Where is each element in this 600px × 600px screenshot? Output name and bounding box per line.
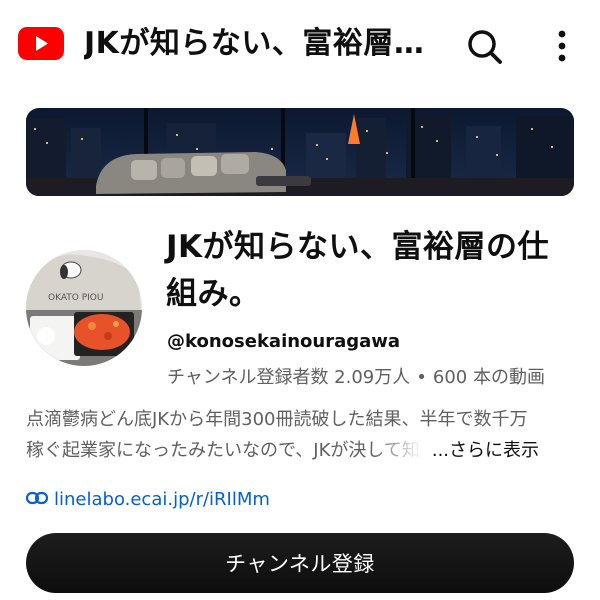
channel-name: JKが知らない、富裕層の仕組み。 bbox=[166, 229, 550, 312]
description-fade bbox=[371, 438, 432, 464]
channel-page: JKが知らない、富裕層… OKATO PIOU JKが知らない、富裕層の仕組み。… bbox=[0, 0, 600, 600]
channel-banner bbox=[26, 108, 574, 196]
more-vert-icon[interactable] bbox=[545, 26, 579, 66]
subscriber-count: チャンネル登録者数 2.09万人 bbox=[167, 367, 411, 388]
app-title: JKが知らない、富裕層… bbox=[84, 26, 425, 61]
search-icon[interactable] bbox=[462, 24, 506, 68]
subscribe-button[interactable]: チャンネル登録 bbox=[26, 533, 574, 593]
video-count: 600 本の動画 bbox=[432, 367, 545, 388]
youtube-logo-icon[interactable] bbox=[18, 27, 64, 60]
link-text[interactable]: linelabo.ecai.jp/r/iRIlMm bbox=[54, 489, 270, 510]
description-line-1: 点滴鬱病どん底JKから年間300冊読破した結果、半年で数千万 bbox=[26, 409, 528, 430]
avatar-print: OKATO PIOU bbox=[48, 293, 103, 303]
channel-description[interactable]: 点滴鬱病どん底JKから年間300冊読破した結果、半年で数千万 稼ぐ起業家になった… bbox=[26, 404, 586, 466]
channel-handle: @konosekainouragawa bbox=[167, 331, 401, 352]
description-line-2: 稼ぐ起業家になったみたいなので、JKが決して知 bbox=[26, 440, 420, 461]
channel-avatar[interactable]: OKATO PIOU bbox=[26, 250, 142, 366]
show-more-link[interactable]: ...さらに表示 bbox=[432, 440, 539, 461]
top-app-bar: JKが知らない、富裕層… bbox=[0, 0, 600, 88]
channel-stats: チャンネル登録者数 2.09万人 • 600 本の動画 bbox=[167, 363, 545, 389]
stats-separator: • bbox=[416, 367, 427, 388]
link-icon bbox=[25, 490, 49, 509]
channel-link[interactable]: linelabo.ecai.jp/r/iRIlMm bbox=[25, 486, 270, 512]
